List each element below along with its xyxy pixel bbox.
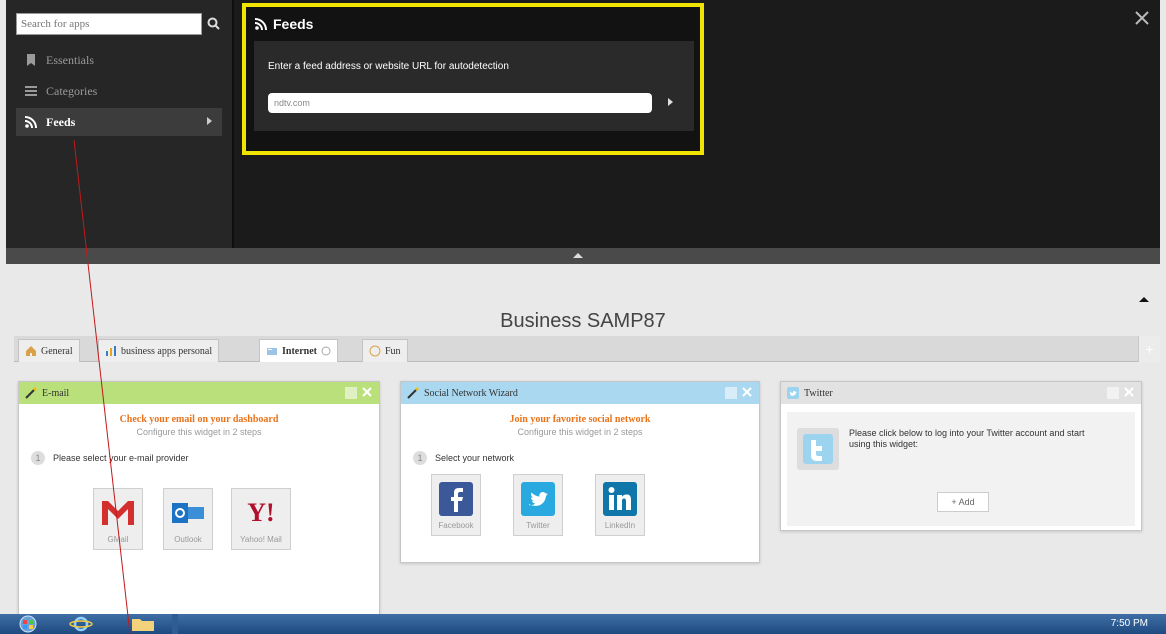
smiley-icon (369, 345, 381, 357)
nav-item-categories[interactable]: Categories (16, 77, 222, 105)
list-icon (25, 86, 37, 96)
network-label: Facebook (438, 521, 474, 530)
feeds-form: Enter a feed address or website URL for … (254, 41, 694, 131)
network-facebook[interactable]: Facebook (431, 474, 481, 536)
social-subtext: Configure this widget in 2 steps (517, 427, 643, 437)
step-text: Select your network (435, 453, 515, 463)
tab-internet[interactable]: Internet (259, 339, 338, 362)
social-widget-title: Social Network Wizard (424, 387, 518, 399)
social-step: 1 Select your network (413, 451, 759, 465)
tab-bar: General business apps personal Internet … (14, 336, 1160, 362)
nav-item-feeds[interactable]: Feeds (16, 108, 222, 136)
outlook-icon (164, 493, 212, 533)
add-tab-button[interactable]: + (1138, 336, 1160, 362)
overlay-collapse-bar[interactable] (6, 248, 1160, 264)
email-widget: E-mail Check your email on your dashboar… (18, 381, 380, 616)
provider-label: Outlook (174, 535, 202, 544)
gmail-icon (94, 493, 142, 533)
bookmark-icon (27, 54, 35, 66)
internet-explorer-icon[interactable] (68, 615, 94, 633)
step-number: 1 (413, 451, 427, 465)
twitter-widget-header: Twitter (781, 382, 1141, 404)
provider-gmail[interactable]: GMail (93, 488, 143, 550)
twitter-logo-icon (797, 428, 839, 470)
caret-up-icon[interactable] (1139, 297, 1149, 302)
tab-business-apps-personal[interactable]: business apps personal (98, 339, 220, 362)
tab-label: business apps personal (121, 345, 213, 357)
rss-icon (254, 18, 267, 31)
tab-label: General (41, 345, 73, 357)
provider-label: GMail (107, 535, 129, 544)
tab-label: Internet (282, 345, 317, 357)
windows-taskbar: 7:50 PM (0, 614, 1166, 634)
yahoo-icon: Y! (247, 498, 275, 527)
twitter-login-box: Please click below to log into your Twit… (787, 412, 1135, 526)
network-label: LinkedIn (604, 521, 636, 530)
search-apps-input[interactable] (16, 13, 202, 35)
widget-menu-icon[interactable] (1107, 387, 1119, 399)
nav-item-essentials[interactable]: Essentials (16, 46, 222, 74)
wand-icon (25, 387, 37, 399)
social-network-widget: Social Network Wizard Join your favorite… (400, 381, 760, 563)
nav-item-label: Essentials (46, 52, 94, 67)
network-label: Twitter (526, 521, 550, 530)
tab-general[interactable]: General (18, 339, 80, 362)
email-headline: Check your email on your dashboard (119, 414, 279, 425)
twitter-bird-icon (514, 479, 562, 519)
tab-label: Fun (385, 345, 401, 357)
twitter-widget-title: Twitter (804, 387, 833, 399)
feeds-panel: Feeds Enter a feed address or website UR… (242, 3, 704, 155)
search-icon[interactable] (206, 16, 222, 32)
taskbar-clock: 7:50 PM (1110, 618, 1148, 629)
nav-item-label: Feeds (46, 114, 76, 129)
facebook-icon (432, 479, 480, 519)
email-widget-header: E-mail (19, 382, 379, 404)
app-picker-sidebar: Essentials Categories Feeds (6, 0, 232, 256)
bar-chart-icon (106, 346, 116, 356)
rss-icon (24, 116, 37, 129)
feeds-panel-title: Feeds (254, 16, 313, 32)
network-linkedin[interactable]: LinkedIn (595, 474, 645, 536)
close-icon[interactable] (1134, 10, 1150, 26)
provider-label: Yahoo! Mail (240, 535, 282, 544)
globe-icon (267, 348, 277, 355)
step-number: 1 (31, 451, 45, 465)
close-icon[interactable] (1123, 386, 1135, 398)
chevron-right-icon (207, 117, 212, 125)
linkedin-icon (596, 479, 644, 519)
sidebar-divider (232, 0, 234, 256)
tab-fun[interactable]: Fun (362, 339, 408, 362)
feeds-prompt: Enter a feed address or website URL for … (268, 61, 509, 72)
twitter-icon (787, 387, 799, 399)
social-widget-header: Social Network Wizard (401, 382, 759, 404)
app-picker-overlay: Essentials Categories Feeds Feeds Enter … (6, 0, 1160, 256)
wand-icon (407, 387, 419, 399)
feed-url-input[interactable] (268, 93, 652, 113)
widget-menu-icon[interactable] (345, 387, 357, 399)
twitter-add-button[interactable]: + Add (937, 492, 989, 512)
feeds-title-text: Feeds (273, 16, 314, 32)
email-step: 1 Please select your e-mail provider (31, 451, 379, 465)
network-twitter[interactable]: Twitter (513, 474, 563, 536)
provider-outlook[interactable]: Outlook (163, 488, 213, 550)
twitter-widget: Twitter Please click below to log into y… (780, 381, 1142, 531)
start-button-icon[interactable] (10, 615, 46, 633)
folder-icon[interactable] (130, 616, 156, 632)
close-icon[interactable] (741, 386, 753, 398)
taskbar-divider (172, 614, 178, 634)
step-text: Please select your e-mail provider (53, 453, 189, 463)
home-icon (26, 346, 36, 356)
twitter-message: Please click below to log into your Twit… (849, 428, 1085, 449)
widget-menu-icon[interactable] (725, 387, 737, 399)
provider-yahoo[interactable]: Y! Yahoo! Mail (231, 488, 291, 550)
close-icon[interactable] (361, 386, 373, 398)
social-headline: Join your favorite social network (509, 414, 651, 425)
submit-arrow-icon[interactable] (668, 98, 673, 106)
nav-item-label: Categories (46, 83, 98, 98)
dashboard-title: Business SAMP87 (500, 310, 666, 332)
email-subtext: Configure this widget in 2 steps (136, 427, 262, 437)
email-widget-title: E-mail (42, 387, 70, 399)
collapse-up-icon[interactable] (573, 253, 583, 258)
settings-circle-icon[interactable] (321, 346, 331, 356)
